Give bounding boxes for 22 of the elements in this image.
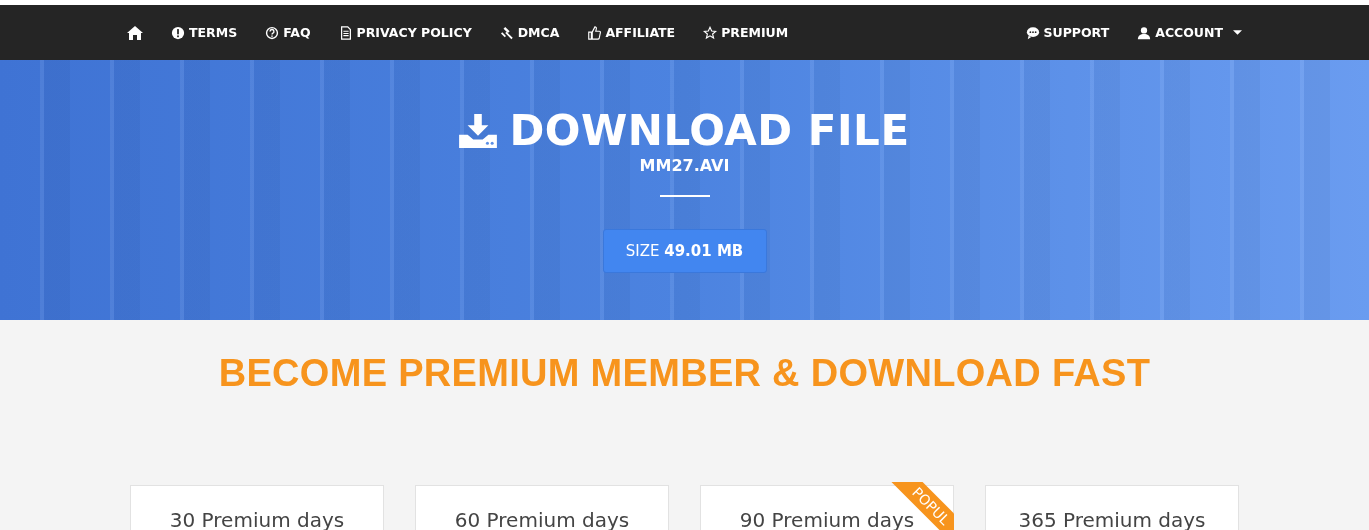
user-icon [1137,25,1152,40]
nav-link[interactable]: ACCOUNT [1123,5,1256,60]
download-icon [459,114,498,148]
speech-bubble-icon [1025,25,1040,40]
premium-heading: BECOME PREMIUM MEMBER & DOWNLOAD FAST [218,352,1151,395]
home-icon [127,24,143,41]
nav-link[interactable]: DMCA [485,5,574,60]
exclamation-icon [171,25,185,40]
question-icon [265,25,280,40]
nav-link[interactable]: TERMS [157,5,252,60]
thumbs-up-icon [587,25,602,40]
star-icon [703,25,718,40]
nav-link[interactable]: SUPPORT [1011,5,1124,60]
nav-link[interactable]: AFFILIATE [573,5,690,60]
document-icon [338,25,353,40]
nav-link[interactable]: FAQ [251,5,325,60]
nav-link[interactable]: PRIVACY POLICY [324,5,486,60]
nav-link[interactable]: PREMIUM [689,5,803,60]
file-size-button[interactable]: SIZE 49.01 MB [602,229,767,273]
file-name: MM27.AVI [639,156,730,175]
page-title: DOWNLOAD FILE [509,106,910,156]
gavel-icon [499,25,514,40]
